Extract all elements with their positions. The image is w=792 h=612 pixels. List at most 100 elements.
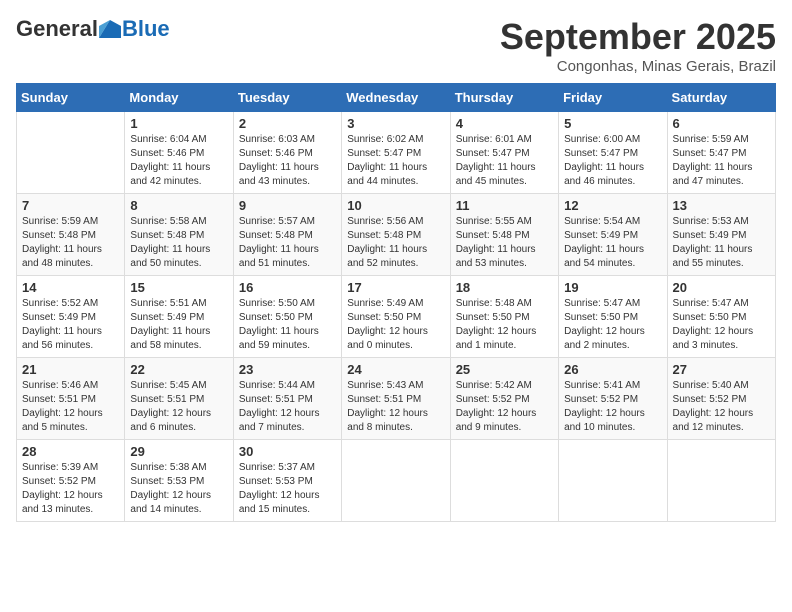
day-info: Sunrise: 5:52 AMSunset: 5:49 PMDaylight:…: [22, 297, 119, 353]
day-info: Sunrise: 5:56 AMSunset: 5:48 PMDaylight:…: [347, 215, 444, 271]
calendar-cell: 6 Sunrise: 5:59 AMSunset: 5:47 PMDaylight…: [667, 112, 775, 194]
calendar-cell: 26Sunrise: 5:41 AMSunset: 5:52 PMDayligh…: [559, 358, 667, 440]
day-info: Sunrise: 5:44 AMSunset: 5:51 PMDaylight:…: [239, 379, 336, 435]
day-info: Sunrise: 6:03 AMSunset: 5:46 PMDaylight:…: [239, 133, 336, 189]
weekday-header-sunday: Sunday: [17, 84, 125, 112]
day-info: Sunrise: 5:42 AMSunset: 5:52 PMDaylight:…: [456, 379, 553, 435]
logo-blue-text: Blue: [122, 16, 170, 42]
day-number: 5: [564, 116, 661, 131]
day-number: 9: [239, 198, 336, 213]
day-number: 11: [456, 198, 553, 213]
day-number: 30: [239, 444, 336, 459]
calendar-cell: 11Sunrise: 5:55 AMSunset: 5:48 PMDayligh…: [450, 194, 558, 276]
day-number: 16: [239, 280, 336, 295]
day-info: Sunrise: 6:04 AMSunset: 5:46 PMDaylight:…: [130, 133, 227, 189]
calendar-cell: [342, 440, 450, 522]
calendar-cell: 2 Sunrise: 6:03 AMSunset: 5:46 PMDaylight…: [233, 112, 341, 194]
day-number: 10: [347, 198, 444, 213]
week-row-4: 21 Sunrise: 5:46 AMSunset: 5:51 PMDayligh…: [17, 358, 776, 440]
location-subtitle: Congonhas, Minas Gerais, Brazil: [500, 58, 776, 75]
calendar-cell: [450, 440, 558, 522]
day-number: 4: [456, 116, 553, 131]
calendar-cell: 23 Sunrise: 5:44 AMSunset: 5:51 PMDayligh…: [233, 358, 341, 440]
day-number: 26: [564, 362, 661, 377]
day-info: Sunrise: 5:53 AMSunset: 5:49 PMDaylight:…: [673, 215, 770, 271]
day-number: 7: [22, 198, 119, 213]
calendar-cell: [559, 440, 667, 522]
calendar-cell: 4 Sunrise: 6:01 AMSunset: 5:47 PMDaylight…: [450, 112, 558, 194]
weekday-header-monday: Monday: [125, 84, 233, 112]
day-number: 17: [347, 280, 444, 295]
day-number: 28: [22, 444, 119, 459]
calendar-cell: 19 Sunrise: 5:47 AMSunset: 5:50 PMDayligh…: [559, 276, 667, 358]
day-number: 24: [347, 362, 444, 377]
day-info: Sunrise: 5:59 AMSunset: 5:48 PMDaylight:…: [22, 215, 119, 271]
calendar-cell: [667, 440, 775, 522]
day-info: Sunrise: 6:00 AMSunset: 5:47 PMDaylight:…: [564, 133, 661, 189]
day-number: 27: [673, 362, 770, 377]
week-row-2: 7 Sunrise: 5:59 AMSunset: 5:48 PMDaylight…: [17, 194, 776, 276]
day-info: Sunrise: 6:02 AMSunset: 5:47 PMDaylight:…: [347, 133, 444, 189]
day-number: 20: [673, 280, 770, 295]
calendar-cell: 28Sunrise: 5:39 AMSunset: 5:52 PMDayligh…: [17, 440, 125, 522]
day-number: 13: [673, 198, 770, 213]
calendar-cell: 8Sunrise: 5:58 AMSunset: 5:48 PMDaylight…: [125, 194, 233, 276]
day-info: Sunrise: 5:38 AMSunset: 5:53 PMDaylight:…: [130, 461, 227, 517]
calendar-cell: [17, 112, 125, 194]
day-number: 15: [130, 280, 227, 295]
day-info: Sunrise: 5:57 AMSunset: 5:48 PMDaylight:…: [239, 215, 336, 271]
weekday-header-saturday: Saturday: [667, 84, 775, 112]
day-number: 25: [456, 362, 553, 377]
day-number: 21: [22, 362, 119, 377]
week-row-5: 28Sunrise: 5:39 AMSunset: 5:52 PMDayligh…: [17, 440, 776, 522]
title-block: September 2025 Congonhas, Minas Gerais, …: [500, 16, 776, 75]
day-number: 23: [239, 362, 336, 377]
day-number: 22: [130, 362, 227, 377]
calendar-cell: 17 Sunrise: 5:49 AMSunset: 5:50 PMDayligh…: [342, 276, 450, 358]
day-number: 3: [347, 116, 444, 131]
day-number: 2: [239, 116, 336, 131]
day-number: 19: [564, 280, 661, 295]
weekday-header-friday: Friday: [559, 84, 667, 112]
day-info: Sunrise: 5:54 AMSunset: 5:49 PMDaylight:…: [564, 215, 661, 271]
calendar-cell: 5 Sunrise: 6:00 AMSunset: 5:47 PMDaylight…: [559, 112, 667, 194]
calendar-cell: 7 Sunrise: 5:59 AMSunset: 5:48 PMDaylight…: [17, 194, 125, 276]
day-info: Sunrise: 5:50 AMSunset: 5:50 PMDaylight:…: [239, 297, 336, 353]
weekday-header-wednesday: Wednesday: [342, 84, 450, 112]
logo-icon: [99, 20, 121, 38]
calendar-cell: 25 Sunrise: 5:42 AMSunset: 5:52 PMDayligh…: [450, 358, 558, 440]
day-info: Sunrise: 5:58 AMSunset: 5:48 PMDaylight:…: [130, 215, 227, 271]
day-info: Sunrise: 5:46 AMSunset: 5:51 PMDaylight:…: [22, 379, 119, 435]
day-number: 1: [130, 116, 227, 131]
calendar-cell: 9 Sunrise: 5:57 AMSunset: 5:48 PMDaylight…: [233, 194, 341, 276]
day-number: 6: [673, 116, 770, 131]
day-number: 18: [456, 280, 553, 295]
calendar-cell: 13 Sunrise: 5:53 AMSunset: 5:49 PMDayligh…: [667, 194, 775, 276]
day-number: 12: [564, 198, 661, 213]
day-number: 14: [22, 280, 119, 295]
day-info: Sunrise: 5:48 AMSunset: 5:50 PMDaylight:…: [456, 297, 553, 353]
week-row-3: 14 Sunrise: 5:52 AMSunset: 5:49 PMDayligh…: [17, 276, 776, 358]
day-info: Sunrise: 5:43 AMSunset: 5:51 PMDaylight:…: [347, 379, 444, 435]
day-info: Sunrise: 5:47 AMSunset: 5:50 PMDaylight:…: [673, 297, 770, 353]
calendar-cell: 3 Sunrise: 6:02 AMSunset: 5:47 PMDaylight…: [342, 112, 450, 194]
calendar-cell: 22Sunrise: 5:45 AMSunset: 5:51 PMDayligh…: [125, 358, 233, 440]
calendar-cell: 1 Sunrise: 6:04 AMSunset: 5:46 PMDaylight…: [125, 112, 233, 194]
day-info: Sunrise: 5:49 AMSunset: 5:50 PMDaylight:…: [347, 297, 444, 353]
page-header: General Blue September 2025 Congonhas, M…: [16, 16, 776, 75]
day-info: Sunrise: 5:40 AMSunset: 5:52 PMDaylight:…: [673, 379, 770, 435]
calendar-cell: 21 Sunrise: 5:46 AMSunset: 5:51 PMDayligh…: [17, 358, 125, 440]
calendar-cell: 24 Sunrise: 5:43 AMSunset: 5:51 PMDayligh…: [342, 358, 450, 440]
logo: General Blue: [16, 16, 170, 42]
day-info: Sunrise: 6:01 AMSunset: 5:47 PMDaylight:…: [456, 133, 553, 189]
month-title: September 2025: [500, 16, 776, 58]
week-row-1: 1 Sunrise: 6:04 AMSunset: 5:46 PMDaylight…: [17, 112, 776, 194]
calendar-cell: 20 Sunrise: 5:47 AMSunset: 5:50 PMDayligh…: [667, 276, 775, 358]
calendar-cell: 12 Sunrise: 5:54 AMSunset: 5:49 PMDayligh…: [559, 194, 667, 276]
day-info: Sunrise: 5:47 AMSunset: 5:50 PMDaylight:…: [564, 297, 661, 353]
weekday-header-row: SundayMondayTuesdayWednesdayThursdayFrid…: [17, 84, 776, 112]
day-info: Sunrise: 5:59 AMSunset: 5:47 PMDaylight:…: [673, 133, 770, 189]
day-number: 29: [130, 444, 227, 459]
calendar-cell: 10 Sunrise: 5:56 AMSunset: 5:48 PMDayligh…: [342, 194, 450, 276]
calendar-cell: 30Sunrise: 5:37 AMSunset: 5:53 PMDayligh…: [233, 440, 341, 522]
